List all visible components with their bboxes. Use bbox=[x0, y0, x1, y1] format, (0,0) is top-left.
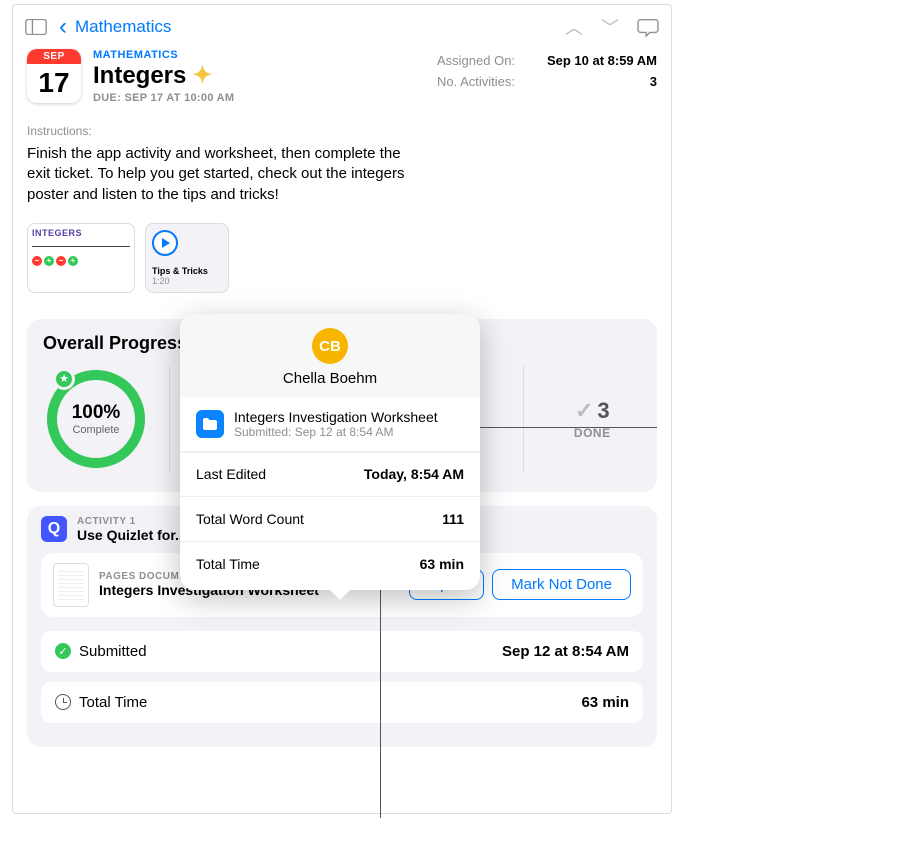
minus-icon: − bbox=[56, 256, 66, 266]
popover-row-value: Today, 8:54 AM bbox=[364, 466, 464, 482]
attachment-poster[interactable]: INTEGERS − + − + bbox=[27, 223, 135, 293]
popover-row: Total Word Count 111 bbox=[180, 497, 480, 542]
instructions-text: Finish the app activity and worksheet, t… bbox=[13, 140, 433, 215]
back-chevron-icon[interactable]: ‹ bbox=[59, 15, 67, 39]
clock-icon bbox=[55, 694, 71, 710]
total-time-row: Total Time 63 min bbox=[41, 682, 643, 723]
due-label: DUE: SEP 17 AT 10:00 AM bbox=[93, 92, 425, 104]
popover-file-subtitle: Submitted: Sep 12 at 8:54 AM bbox=[234, 425, 438, 439]
attachments-row: INTEGERS − + − + Tips & Tricks 1:20 bbox=[13, 215, 671, 309]
star-badge-icon: ★ bbox=[53, 368, 75, 390]
checkmark-circle-icon: ✓ bbox=[55, 643, 71, 659]
progress-complete-label: Complete bbox=[72, 424, 119, 436]
subject-label: MATHEMATICS bbox=[93, 49, 425, 61]
popover-row: Last Edited Today, 8:54 AM bbox=[180, 452, 480, 497]
popover-row-value: 111 bbox=[442, 511, 464, 527]
assignment-header: SEP 17 MATHEMATICS Integers ✦ DUE: SEP 1… bbox=[13, 49, 671, 114]
popover-row-value: 63 min bbox=[420, 556, 464, 572]
calendar-day: 17 bbox=[27, 64, 81, 102]
mark-not-done-button[interactable]: Mark Not Done bbox=[492, 569, 631, 600]
total-time-label: Total Time bbox=[79, 694, 147, 711]
popover-file-title: Integers Investigation Worksheet bbox=[234, 409, 438, 425]
popover-row-label: Total Word Count bbox=[196, 511, 304, 527]
student-detail-popover: CB Chella Boehm Integers Investigation W… bbox=[180, 314, 480, 590]
popover-row-label: Last Edited bbox=[196, 466, 266, 482]
quizlet-icon: Q bbox=[41, 516, 67, 542]
instructions-label: Instructions: bbox=[13, 114, 671, 140]
total-time-value: 63 min bbox=[581, 694, 629, 711]
activities-count: 3 bbox=[650, 74, 657, 89]
plus-icon: + bbox=[44, 256, 54, 266]
top-toolbar: ‹ Mathematics ︿ ﹀ bbox=[13, 5, 671, 49]
popover-row: Total Time 63 min bbox=[180, 542, 480, 586]
popover-file-row[interactable]: Integers Investigation Worksheet Submitt… bbox=[180, 397, 480, 452]
audio-title: Tips & Tricks bbox=[152, 266, 208, 276]
progress-ring: 100% Complete ★ bbox=[43, 366, 149, 472]
poster-title: INTEGERS bbox=[32, 228, 130, 238]
progress-percent: 100% bbox=[72, 402, 121, 424]
minus-icon: − bbox=[32, 256, 42, 266]
callout-line bbox=[461, 427, 657, 428]
calendar-month: SEP bbox=[27, 49, 81, 64]
submitted-label: Submitted bbox=[79, 643, 147, 660]
activity-name: Use Quizlet for... bbox=[77, 527, 187, 543]
assigned-on-label: Assigned On: bbox=[437, 53, 515, 68]
submitted-row: ✓ Submitted Sep 12 at 8:54 AM bbox=[41, 631, 643, 672]
assignment-title: Integers ✦ bbox=[93, 61, 425, 90]
plus-icon: + bbox=[68, 256, 78, 266]
folder-icon bbox=[196, 410, 224, 438]
submitted-value: Sep 12 at 8:54 AM bbox=[502, 643, 629, 660]
comment-icon[interactable] bbox=[637, 17, 659, 37]
prev-icon[interactable]: ︿ bbox=[565, 14, 583, 40]
attachment-audio[interactable]: Tips & Tricks 1:20 bbox=[145, 223, 229, 293]
audio-duration: 1:20 bbox=[152, 276, 208, 286]
done-value: 3 bbox=[597, 398, 609, 424]
activities-label: No. Activities: bbox=[437, 74, 515, 89]
assignment-title-text: Integers bbox=[93, 62, 186, 90]
back-label[interactable]: Mathematics bbox=[75, 17, 171, 37]
play-icon[interactable] bbox=[152, 230, 178, 256]
document-thumbnail bbox=[53, 563, 89, 607]
sidebar-toggle-icon[interactable] bbox=[25, 19, 47, 35]
assigned-on-value: Sep 10 at 8:59 AM bbox=[547, 53, 657, 68]
next-icon[interactable]: ﹀ bbox=[601, 14, 619, 40]
assignment-stats: Assigned On: Sep 10 at 8:59 AM No. Activ… bbox=[437, 49, 657, 95]
activity-number: ACTIVITY 1 bbox=[77, 516, 187, 527]
number-line-graphic bbox=[32, 242, 130, 252]
student-name: Chella Boehm bbox=[180, 370, 480, 387]
popover-row-label: Total Time bbox=[196, 556, 260, 572]
callout-line bbox=[380, 578, 381, 818]
student-avatar: CB bbox=[312, 328, 348, 364]
check-icon: ✓ bbox=[575, 398, 593, 424]
calendar-icon: SEP 17 bbox=[27, 49, 81, 103]
sparkle-icon: ✦ bbox=[192, 61, 212, 90]
